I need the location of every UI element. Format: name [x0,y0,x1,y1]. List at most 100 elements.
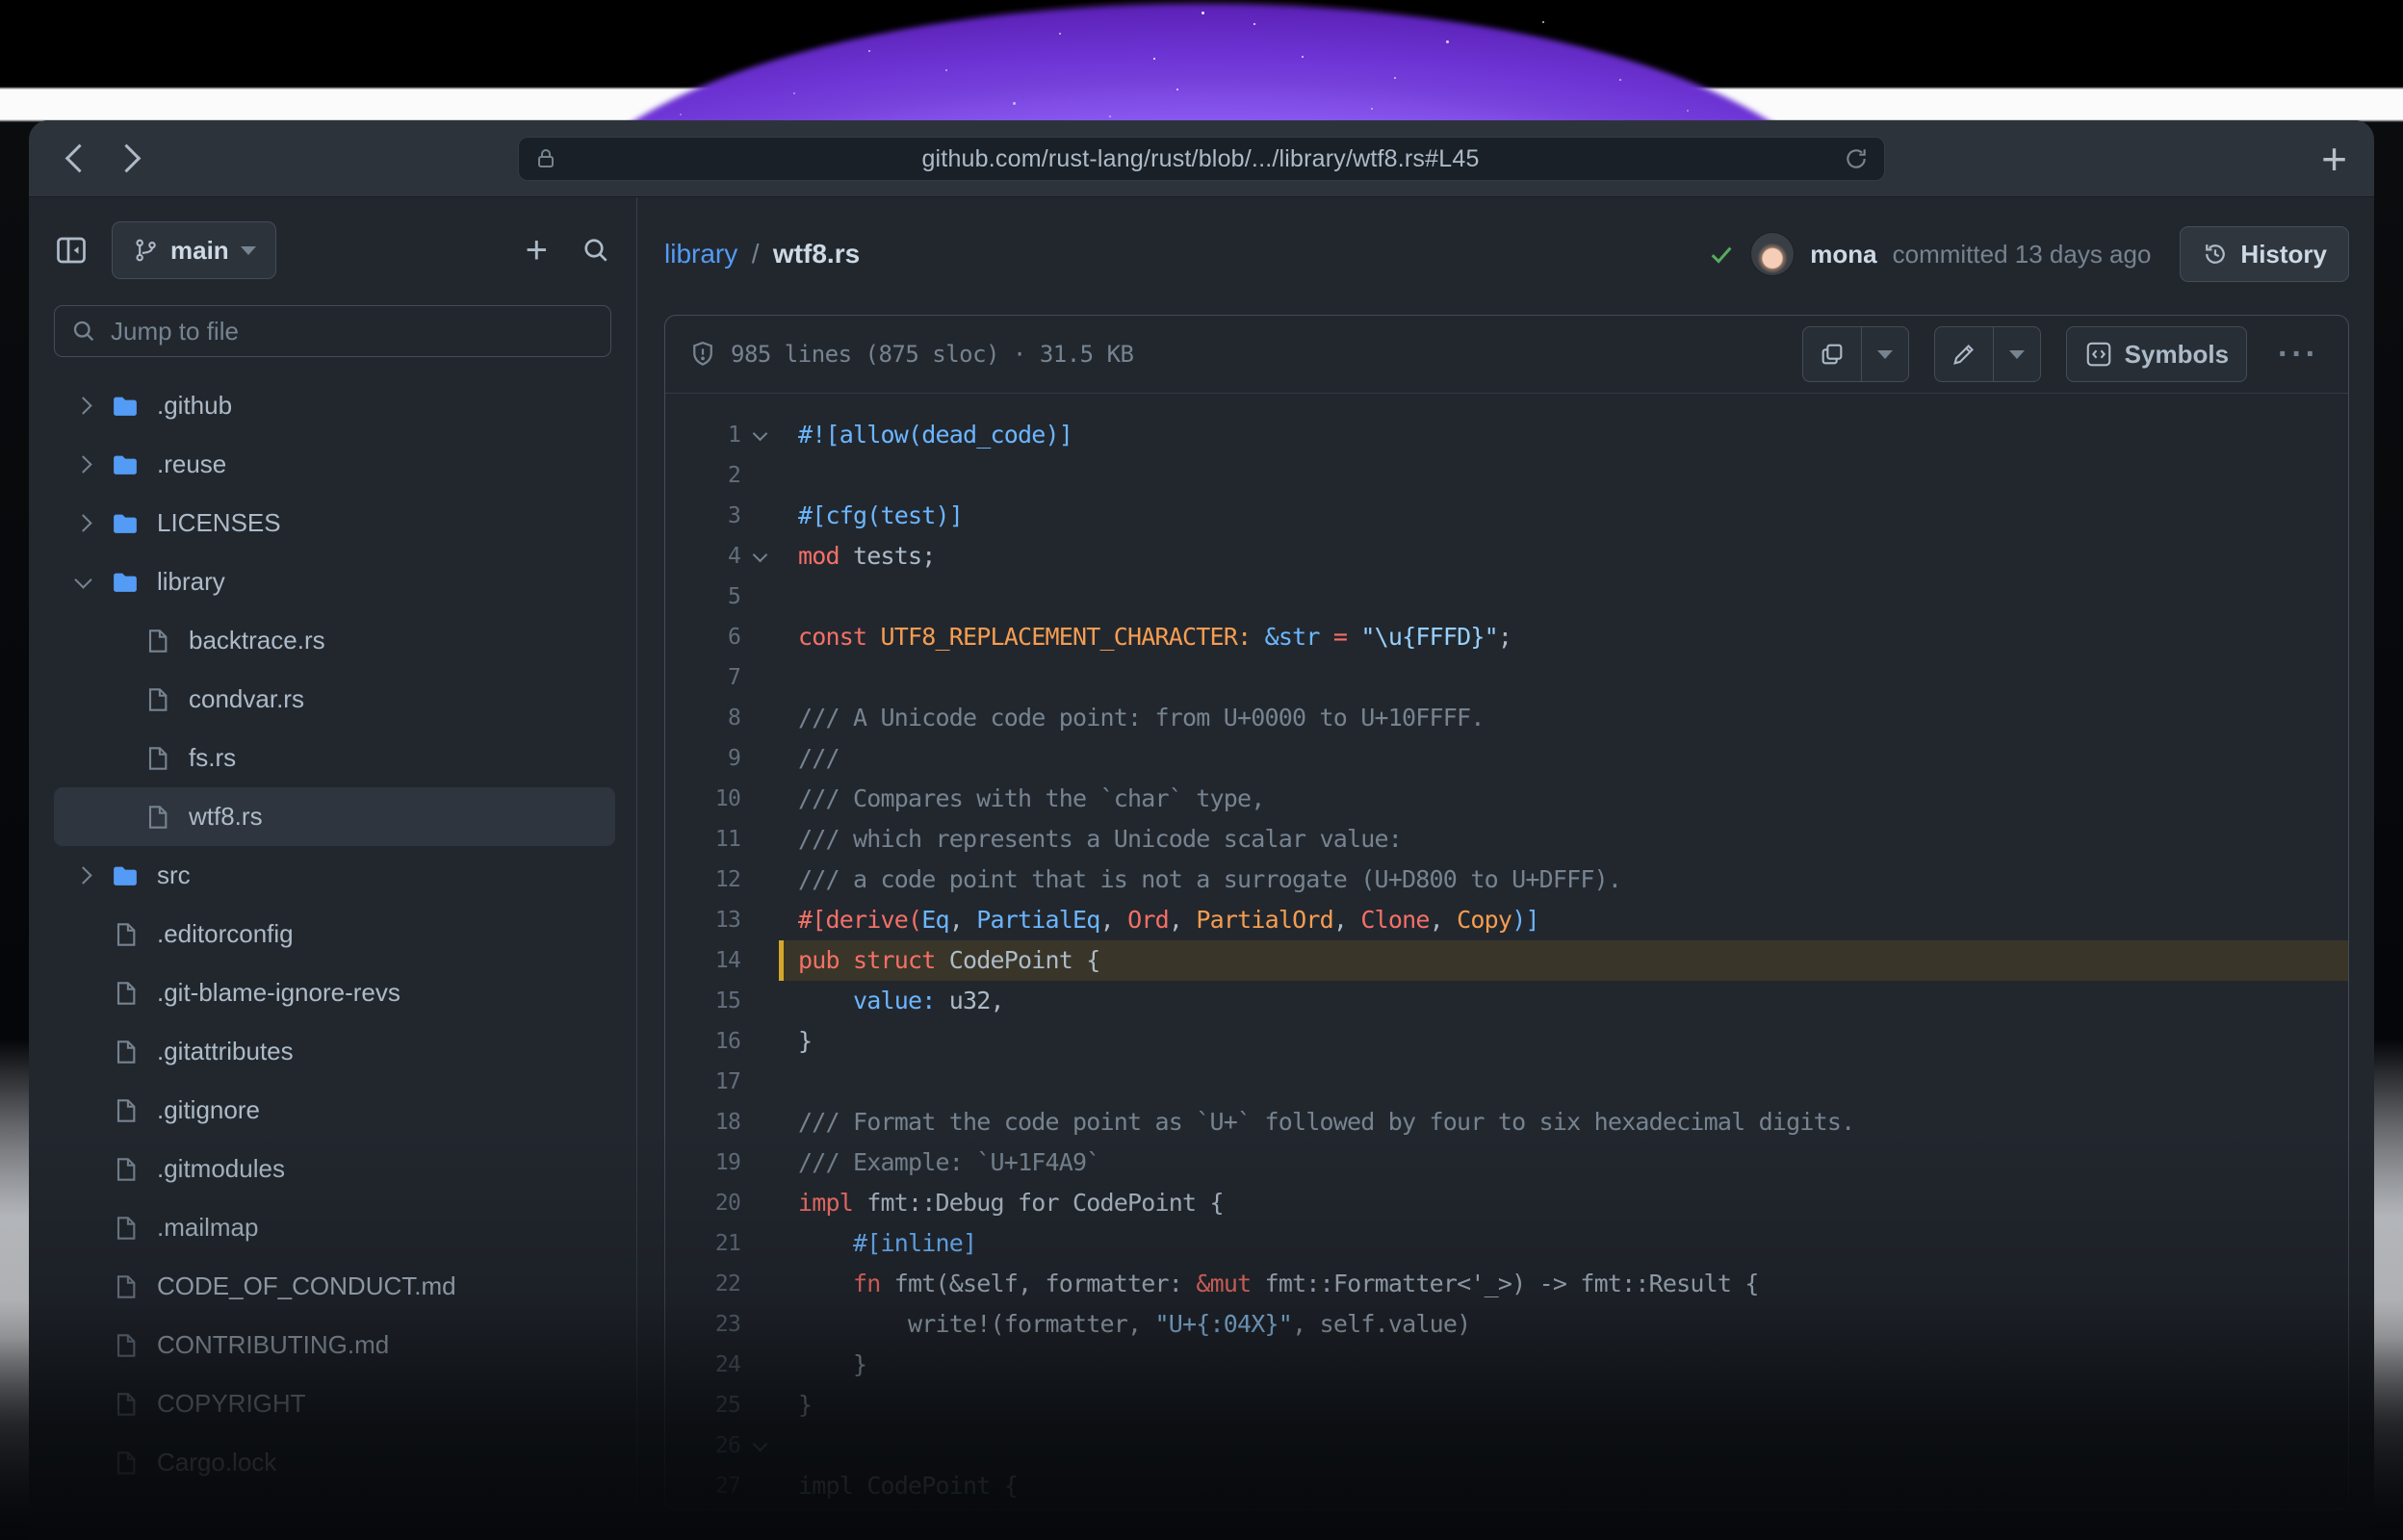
fold-spacer [740,819,779,860]
line-number[interactable]: 15 [665,981,740,1021]
committer-name[interactable]: mona [1810,240,1876,270]
fold-chevron-icon[interactable] [740,536,779,577]
line-number[interactable]: 11 [665,819,740,860]
branch-selector[interactable]: main [112,221,276,279]
url-text: github.com/rust-lang/rust/blob/.../libra… [557,145,1844,173]
new-tab-button[interactable]: + [2321,137,2347,181]
tree-item-cargo.lock[interactable]: Cargo.lock [54,1433,615,1492]
line-number[interactable]: 18 [665,1102,740,1142]
edit-options-button[interactable] [1993,327,2040,381]
breadcrumb-library-link[interactable]: library [664,239,737,269]
add-file-button[interactable]: + [526,231,548,270]
line-number[interactable]: 26 [665,1425,740,1466]
folder-icon [110,567,141,598]
forward-button[interactable] [113,144,142,173]
line-number[interactable]: 24 [665,1345,740,1385]
check-icon[interactable] [1708,241,1735,268]
code-line-21: 21 #[inline] [665,1223,2348,1264]
tree-item-contributing.md[interactable]: CONTRIBUTING.md [54,1316,615,1374]
browser-toolbar: github.com/rust-lang/rust/blob/.../libra… [29,120,2374,197]
fold-spacer [740,940,779,981]
line-number[interactable]: 23 [665,1304,740,1345]
copy-options-button[interactable] [1861,327,1908,381]
line-number[interactable]: 2 [665,455,740,496]
history-button[interactable]: History [2180,226,2349,282]
line-number[interactable]: 19 [665,1142,740,1183]
tree-item-copyright[interactable]: COPYRIGHT [54,1374,615,1433]
fold-spacer [740,1062,779,1102]
tree-item-.mailmap[interactable]: .mailmap [54,1198,615,1257]
line-number[interactable]: 22 [665,1264,740,1304]
search-icon[interactable] [581,235,611,266]
collapse-sidebar-icon[interactable] [54,233,89,268]
tree-item-.editorconfig[interactable]: .editorconfig [54,905,615,963]
tree-item-src[interactable]: src [54,846,615,905]
tree-item-fs.rs[interactable]: fs.rs [54,729,615,787]
line-number[interactable]: 25 [665,1385,740,1425]
code-line-2: 2 [665,455,2348,496]
avatar[interactable] [1750,232,1795,276]
line-number[interactable]: 21 [665,1223,740,1264]
tree-item-.github[interactable]: .github [54,376,615,435]
line-number[interactable]: 3 [665,496,740,536]
star [1176,89,1178,90]
star [1013,102,1016,105]
tree-item-label: .mailmap [157,1213,258,1243]
fold-spacer [740,738,779,779]
tree-item-.gitignore[interactable]: .gitignore [54,1081,615,1140]
line-number[interactable]: 5 [665,577,740,617]
chevron-down-icon [241,246,256,255]
tree-item-wtf8.rs[interactable]: wtf8.rs [54,787,615,846]
star [1371,108,1373,110]
line-number[interactable]: 7 [665,657,740,698]
sidebar-header: main + [54,222,611,278]
fold-spacer [740,779,779,819]
back-button[interactable] [65,144,94,173]
tree-item-.git-blame-ignore-revs[interactable]: .git-blame-ignore-revs [54,963,615,1022]
chevron-right-icon[interactable] [74,866,91,884]
fold-chevron-icon[interactable] [740,415,779,455]
line-number[interactable]: 9 [665,738,740,779]
line-number[interactable]: 14 [665,940,740,981]
line-number[interactable]: 4 [665,536,740,577]
refresh-icon[interactable] [1844,146,1869,171]
address-bar[interactable]: github.com/rust-lang/rust/blob/.../libra… [518,137,1885,181]
jump-to-file-field[interactable] [54,305,611,357]
line-number[interactable]: 13 [665,900,740,940]
line-number[interactable]: 1 [665,415,740,455]
star [1109,116,1111,117]
line-number[interactable]: 27 [665,1466,740,1506]
edit-button[interactable] [1935,327,1993,381]
history-icon [2202,241,2229,268]
tree-item-condvar.rs[interactable]: condvar.rs [54,670,615,729]
star [1394,77,1396,79]
tree-item-code-of-conduct.md[interactable]: CODE_OF_CONDUCT.md [54,1257,615,1316]
tree-item-.gitmodules[interactable]: .gitmodules [54,1140,615,1198]
line-number[interactable]: 12 [665,860,740,900]
line-number[interactable]: 16 [665,1021,740,1062]
tree-item-.gitattributes[interactable]: .gitattributes [54,1022,615,1081]
tree-item-label: .gitattributes [157,1037,294,1066]
lock-icon [534,147,557,170]
fold-chevron-icon[interactable] [740,1425,779,1466]
symbols-button[interactable]: Symbols [2066,326,2247,382]
more-options-button[interactable]: ··· [2272,336,2325,373]
code-line-content: /// Example: `U+1F4A9` [779,1142,2348,1183]
tree-item-label: CODE_OF_CONDUCT.md [157,1271,456,1301]
tree-item-library[interactable]: library [54,552,615,611]
chevron-right-icon[interactable] [74,455,91,473]
chevron-down-icon[interactable] [74,571,91,588]
line-number[interactable]: 8 [665,698,740,738]
tree-item-.reuse[interactable]: .reuse [54,435,615,494]
jump-to-file-input[interactable] [109,316,595,347]
line-number[interactable]: 20 [665,1183,740,1223]
line-number[interactable]: 10 [665,779,740,819]
chevron-right-icon[interactable] [74,397,91,414]
line-number[interactable]: 17 [665,1062,740,1102]
tree-item-backtrace.rs[interactable]: backtrace.rs [54,611,615,670]
line-number[interactable]: 6 [665,617,740,657]
copy-button[interactable] [1803,327,1861,381]
chevron-right-icon[interactable] [74,514,91,531]
tree-item-licenses[interactable]: LICENSES [54,494,615,552]
tree-item-label: .editorconfig [157,919,294,949]
